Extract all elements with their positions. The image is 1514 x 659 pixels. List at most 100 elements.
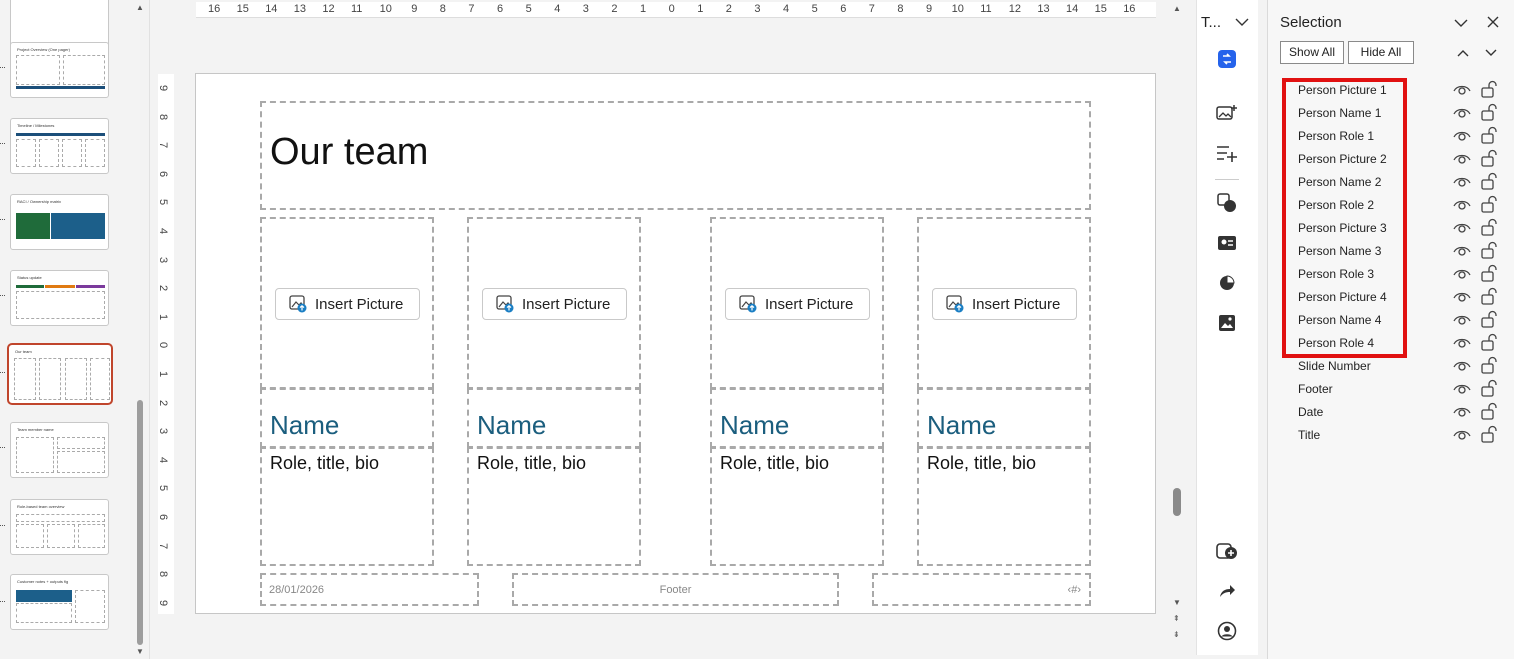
designer-icon[interactable] — [1215, 47, 1239, 71]
add-copy-icon[interactable] — [1215, 539, 1239, 563]
selection-item[interactable]: Date — [1298, 401, 1508, 424]
unlock-icon[interactable] — [1481, 172, 1497, 195]
show-all-button[interactable]: Show All — [1280, 41, 1344, 64]
unlock-icon[interactable] — [1481, 287, 1497, 310]
visibility-eye-icon[interactable] — [1453, 428, 1471, 446]
person-role[interactable]: Role, title, bio — [927, 453, 1036, 474]
unlock-icon[interactable] — [1481, 379, 1497, 402]
slide-thumbnail[interactable] — [10, 0, 109, 48]
scroll-up-icon[interactable]: ▲ — [136, 3, 144, 12]
unlock-icon[interactable] — [1481, 80, 1497, 103]
unlock-icon[interactable] — [1481, 356, 1497, 379]
visibility-eye-icon[interactable] — [1453, 152, 1471, 170]
slide-thumbnail[interactable]: Project Overview (One pager) — [10, 42, 109, 98]
insert-picture-button[interactable]: Insert Picture — [275, 288, 420, 320]
date-placeholder[interactable]: 28/01/2026 — [260, 573, 479, 606]
role-placeholder[interactable]: Role, title, bio — [710, 447, 884, 566]
visibility-eye-icon[interactable] — [1453, 83, 1471, 101]
visibility-eye-icon[interactable] — [1453, 336, 1471, 354]
slide-title[interactable]: Our team — [270, 131, 428, 174]
bring-forward-button[interactable] — [1452, 41, 1474, 64]
unlock-icon[interactable] — [1481, 218, 1497, 241]
slide-number-text[interactable]: ‹#› — [1068, 584, 1081, 596]
visibility-eye-icon[interactable] — [1453, 405, 1471, 423]
name-placeholder[interactable]: Name — [917, 388, 1091, 448]
visibility-eye-icon[interactable] — [1453, 359, 1471, 377]
slide-thumbnail[interactable]: Team member name — [10, 422, 109, 478]
date-text[interactable]: 28/01/2026 — [269, 584, 324, 596]
pie-chart-icon[interactable] — [1215, 271, 1239, 295]
send-backward-button[interactable] — [1480, 41, 1502, 64]
visibility-eye-icon[interactable] — [1453, 198, 1471, 216]
text-sparkle-icon[interactable] — [1215, 142, 1239, 166]
person-role[interactable]: Role, title, bio — [270, 453, 379, 474]
visibility-eye-icon[interactable] — [1453, 290, 1471, 308]
contact-card-icon[interactable] — [1215, 231, 1239, 255]
person-name[interactable]: Name — [927, 410, 996, 441]
person-role[interactable]: Role, title, bio — [477, 453, 586, 474]
account-icon[interactable] — [1215, 619, 1239, 643]
next-slide-icon[interactable]: ⇟ — [1173, 630, 1180, 639]
person-name[interactable]: Name — [720, 410, 789, 441]
name-placeholder[interactable]: Name — [260, 388, 434, 448]
title-placeholder[interactable]: Our team — [260, 101, 1091, 210]
chevron-down-icon[interactable] — [1454, 18, 1468, 28]
unlock-icon[interactable] — [1481, 126, 1497, 149]
role-placeholder[interactable]: Role, title, bio — [467, 447, 641, 566]
scrollbar-thumb[interactable] — [137, 400, 143, 645]
name-placeholder[interactable]: Name — [710, 388, 884, 448]
shapes-icon[interactable] — [1215, 191, 1239, 215]
picture-placeholder[interactable]: Insert Picture — [917, 217, 1091, 389]
role-placeholder[interactable]: Role, title, bio — [260, 447, 434, 566]
selection-item[interactable]: Title — [1298, 424, 1508, 447]
chevron-down-icon[interactable] — [1235, 17, 1249, 27]
visibility-eye-icon[interactable] — [1453, 106, 1471, 124]
previous-slide-icon[interactable]: ⇞ — [1173, 614, 1180, 623]
footer-text[interactable]: Footer — [514, 584, 837, 596]
visibility-eye-icon[interactable] — [1453, 382, 1471, 400]
scroll-down-icon[interactable]: ▼ — [136, 647, 144, 656]
share-arrow-icon[interactable] — [1215, 579, 1239, 603]
footer-placeholder[interactable]: Footer — [512, 573, 839, 606]
unlock-icon[interactable] — [1481, 333, 1497, 356]
selection-item[interactable]: Slide Number — [1298, 355, 1508, 378]
tools-pane-title[interactable]: T... — [1201, 14, 1221, 31]
selection-item[interactable]: Footer — [1298, 378, 1508, 401]
visibility-eye-icon[interactable] — [1453, 129, 1471, 147]
slide-thumbnail[interactable]: Customer notes + outputs fig — [10, 574, 109, 630]
slide-number-placeholder[interactable]: ‹#› — [872, 573, 1091, 606]
visibility-eye-icon[interactable] — [1453, 221, 1471, 239]
name-placeholder[interactable]: Name — [467, 388, 641, 448]
visibility-eye-icon[interactable] — [1453, 244, 1471, 262]
unlock-icon[interactable] — [1481, 402, 1497, 425]
insert-picture-button[interactable]: Insert Picture — [482, 288, 627, 320]
unlock-icon[interactable] — [1481, 103, 1497, 126]
slide-thumbnail[interactable]: Timeline / Milestones — [10, 118, 109, 174]
scrollbar-thumb[interactable] — [1173, 488, 1181, 516]
picture-icon[interactable] — [1215, 311, 1239, 335]
slide-canvas[interactable]: Our team Insert Picture Name Role, title… — [195, 73, 1156, 614]
insert-picture-button[interactable]: Insert Picture — [932, 288, 1077, 320]
unlock-icon[interactable] — [1481, 425, 1497, 448]
unlock-icon[interactable] — [1481, 264, 1497, 287]
person-name[interactable]: Name — [270, 410, 339, 441]
picture-placeholder[interactable]: Insert Picture — [467, 217, 641, 389]
person-role[interactable]: Role, title, bio — [720, 453, 829, 474]
close-icon[interactable] — [1487, 16, 1499, 28]
picture-placeholder[interactable]: Insert Picture — [260, 217, 434, 389]
unlock-icon[interactable] — [1481, 241, 1497, 264]
hide-all-button[interactable]: Hide All — [1348, 41, 1414, 64]
slide-thumbnail[interactable]: Role-based team overview — [10, 499, 109, 555]
unlock-icon[interactable] — [1481, 310, 1497, 333]
image-sparkle-icon[interactable] — [1215, 102, 1239, 126]
unlock-icon[interactable] — [1481, 195, 1497, 218]
scroll-up-icon[interactable]: ▲ — [1173, 4, 1181, 13]
slide-thumbnail-selected[interactable]: Our team — [7, 343, 113, 405]
insert-picture-button[interactable]: Insert Picture — [725, 288, 870, 320]
picture-placeholder[interactable]: Insert Picture — [710, 217, 884, 389]
editor-scrollbar[interactable]: ▲ ▼ ⇞ ⇟ — [1168, 0, 1186, 659]
visibility-eye-icon[interactable] — [1453, 313, 1471, 331]
role-placeholder[interactable]: Role, title, bio — [917, 447, 1091, 566]
visibility-eye-icon[interactable] — [1453, 175, 1471, 193]
visibility-eye-icon[interactable] — [1453, 267, 1471, 285]
